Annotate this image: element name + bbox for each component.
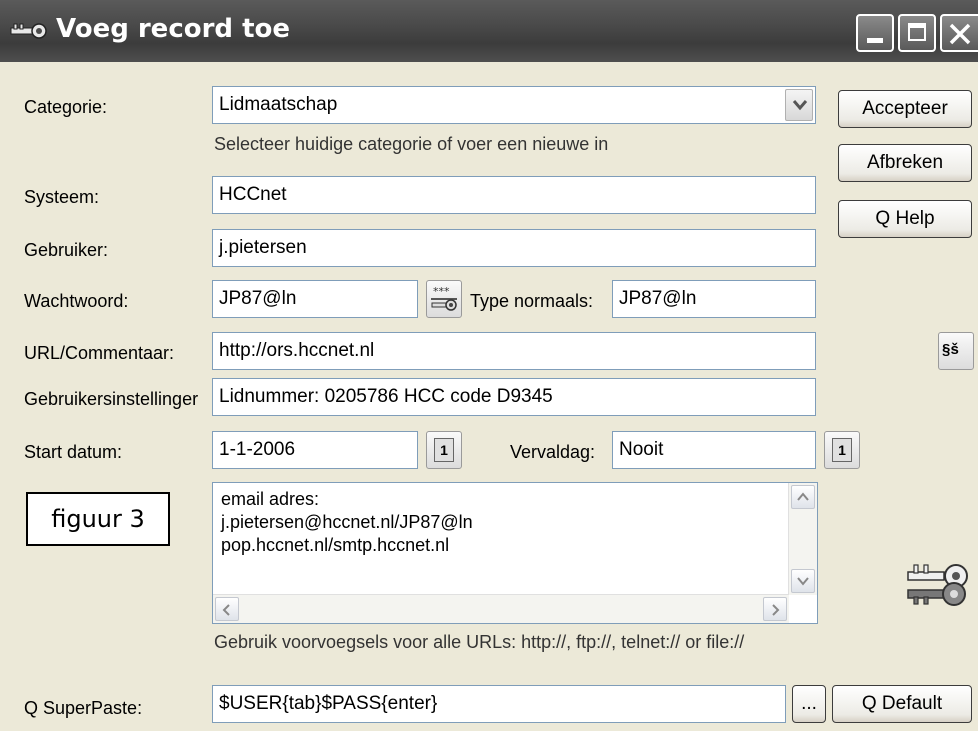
- categorie-label: Categorie:: [24, 97, 108, 117]
- categorie-hint: Selecteer huidige categorie of voer een …: [214, 134, 609, 154]
- start-datum-input[interactable]: 1-1-2006: [212, 431, 418, 469]
- accepteer-button[interactable]: Accepteer: [838, 90, 972, 128]
- url-input[interactable]: http://ors.hccnet.nl: [212, 332, 816, 370]
- systeem-label: Systeem:: [24, 187, 100, 207]
- notes-line: j.pietersen@hccnet.nl/JP87@ln: [221, 512, 473, 532]
- afbreken-button[interactable]: Afbreken: [838, 144, 972, 182]
- calendar-icon: 1: [434, 438, 454, 462]
- maximize-icon: [908, 23, 926, 41]
- start-datum-calendar-button[interactable]: 1: [426, 431, 462, 469]
- q-help-button[interactable]: Q Help: [838, 200, 972, 238]
- gebruikersinstellingen-label: Gebruikersinstellinger: [24, 389, 199, 409]
- gebruikersinstellingen-input[interactable]: Lidnummer: 0205786 HCC code D9345: [212, 378, 816, 416]
- password-mask-icon: ***: [431, 285, 457, 311]
- scroll-down-button[interactable]: [791, 569, 815, 593]
- password-toggle-button[interactable]: ***: [426, 280, 462, 318]
- notes-textarea[interactable]: email adres: j.pietersen@hccnet.nl/JP87@…: [212, 482, 818, 624]
- q-superpaste-input[interactable]: $USER{tab}$PASS{enter}: [212, 685, 786, 723]
- chevron-left-icon: [222, 604, 230, 616]
- gebruiker-input[interactable]: j.pietersen: [212, 229, 816, 267]
- minimize-button[interactable]: [856, 14, 894, 52]
- wachtwoord-input[interactable]: JP87@ln: [212, 280, 418, 318]
- title-bar[interactable]: Voeg record toe: [0, 0, 978, 62]
- url-prefix-hint: Gebruik voorvoegsels voor alle URLs: htt…: [214, 632, 745, 652]
- chevron-down-icon: [797, 577, 809, 586]
- close-button[interactable]: [940, 14, 978, 52]
- scroll-up-button[interactable]: [791, 485, 815, 509]
- chevron-up-icon: [797, 492, 809, 501]
- figure-caption-label: figuur 3: [26, 492, 170, 546]
- calendar-icon: 1: [832, 438, 852, 462]
- notes-line: pop.hccnet.nl/smtp.hccnet.nl: [221, 535, 450, 555]
- scroll-right-button[interactable]: [763, 597, 787, 621]
- q-default-button[interactable]: Q Default: [832, 685, 972, 723]
- key-icon: [10, 23, 47, 39]
- categorie-value: Lidmaatschap: [219, 94, 338, 115]
- horizontal-scrollbar[interactable]: [213, 594, 789, 623]
- systeem-input[interactable]: HCCnet: [212, 176, 816, 214]
- notes-line: email adres:: [221, 489, 320, 509]
- type-normaals-label: Type normaals:: [470, 291, 594, 311]
- start-datum-label: Start datum:: [24, 442, 123, 462]
- q-superpaste-label: Q SuperPaste:: [24, 698, 143, 718]
- dropdown-button[interactable]: [785, 89, 813, 121]
- chevron-down-icon: [792, 100, 808, 111]
- vervaldag-input[interactable]: Nooit: [612, 431, 816, 469]
- vervaldag-label: Vervaldag:: [510, 442, 596, 462]
- maximize-button[interactable]: [898, 14, 936, 52]
- gebruiker-label: Gebruiker:: [24, 240, 109, 260]
- dialog-window: Voeg record toe Categorie: Lidmaatschap …: [0, 0, 978, 731]
- special-chars-icon: § š: [942, 341, 959, 358]
- special-chars-button[interactable]: § š: [938, 332, 974, 370]
- browse-button[interactable]: ...: [792, 685, 826, 723]
- wachtwoord-label: Wachtwoord:: [24, 291, 129, 311]
- categorie-combobox[interactable]: Lidmaatschap: [212, 86, 816, 124]
- window-title: Voeg record toe: [56, 14, 290, 44]
- type-normaals-input[interactable]: JP87@ln: [612, 280, 816, 318]
- keys-icon: [907, 564, 968, 606]
- vervaldag-calendar-button[interactable]: 1: [824, 431, 860, 469]
- svg-text:***: ***: [433, 285, 450, 298]
- scroll-left-button[interactable]: [215, 597, 239, 621]
- close-icon: [949, 23, 971, 45]
- minimize-icon: [867, 38, 883, 43]
- vertical-scrollbar[interactable]: [788, 483, 817, 595]
- chevron-right-icon: [772, 604, 780, 616]
- url-label: URL/Commentaar:: [24, 343, 175, 363]
